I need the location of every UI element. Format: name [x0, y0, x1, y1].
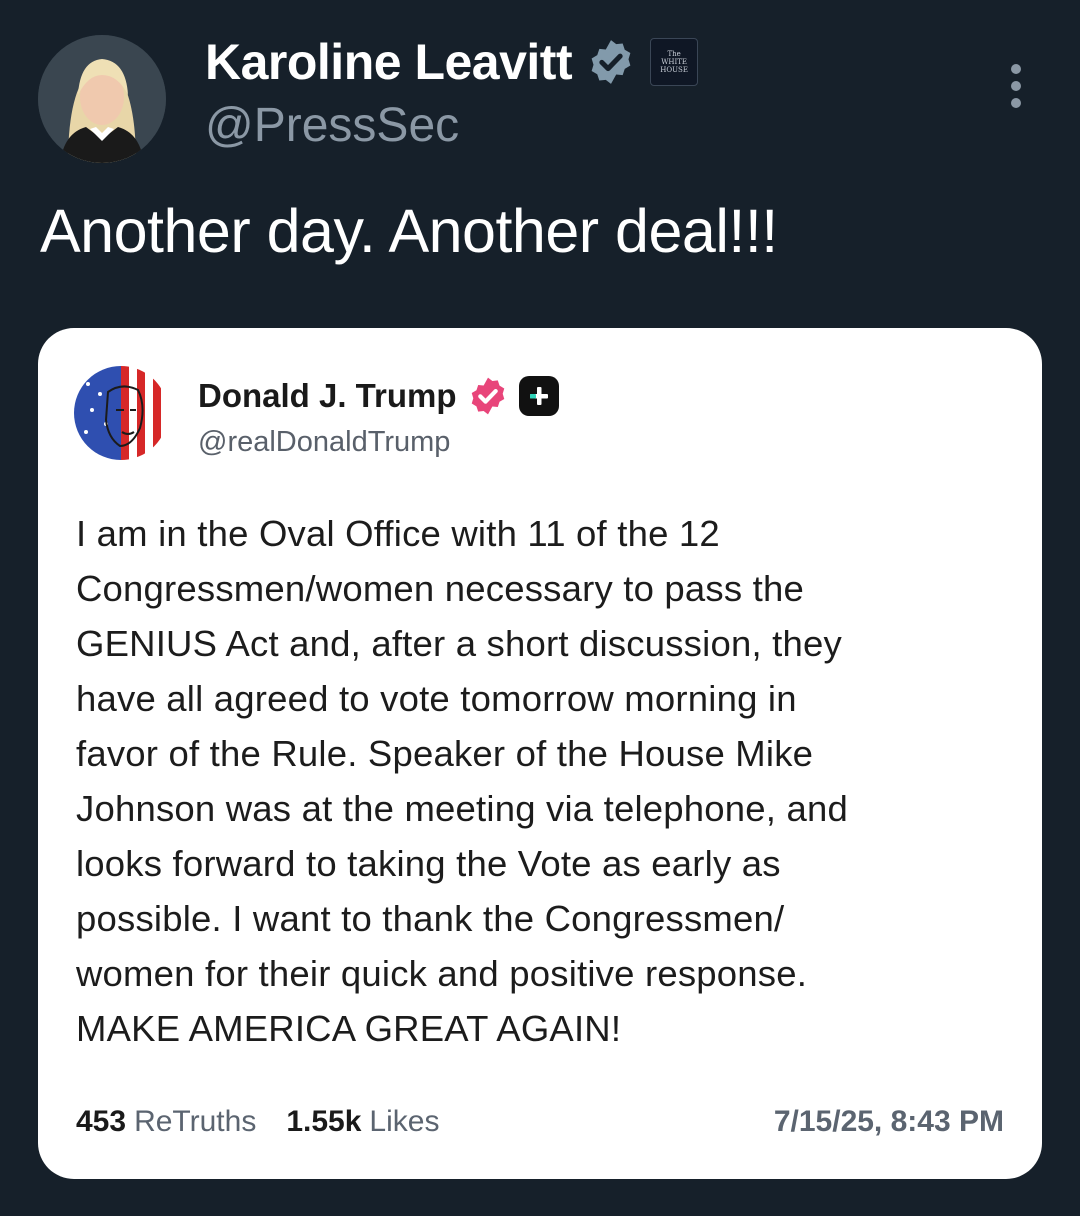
verified-badge-icon [591, 40, 631, 84]
likes-stat[interactable]: 1.55k Likes [286, 1105, 439, 1139]
retruths-label: ReTruths [134, 1105, 257, 1138]
quoted-author-name-row: Donald J. Trump [198, 375, 559, 417]
affiliate-badge-line1: The [667, 50, 681, 58]
likes-label: Likes [369, 1105, 440, 1138]
white-house-affiliate-icon[interactable]: The WHITE HOUSE [650, 38, 699, 86]
post-body-line: have all agreed to vote tomorrow morning… [76, 678, 797, 719]
quoted-author-display-name[interactable]: Donald J. Trump [198, 377, 457, 415]
affiliate-badge-line3: HOUSE [660, 66, 688, 74]
post-body-line: Johnson was at the meeting via telephone… [76, 788, 848, 829]
post-body-line: women for their quick and positive respo… [76, 953, 808, 994]
post-timestamp[interactable]: 7/15/25, 8:43 PM [774, 1104, 1004, 1140]
retruths-stat[interactable]: 453 ReTruths [76, 1105, 256, 1139]
tweet-text: Another day. Another deal!!! [40, 197, 778, 265]
quoted-post-body: I am in the Oval Office with 11 of the 1… [76, 506, 848, 1056]
author-avatar[interactable] [38, 35, 166, 163]
quoted-post-card[interactable]: Donald J. Trump @realDonaldTrump I am in… [38, 328, 1042, 1179]
affiliate-badge-line2: WHITE [661, 58, 688, 66]
post-stats: 453 ReTruths 1.55k Likes [76, 1104, 439, 1140]
post-body-line: Congressmen/women necessary to pass the [76, 568, 805, 609]
quoted-author-handle[interactable]: @realDonaldTrump [198, 426, 450, 459]
quoted-author-avatar[interactable] [74, 366, 168, 460]
plus-icon [518, 376, 559, 416]
post-body-line: favor of the Rule. Speaker of the House … [76, 733, 814, 774]
post-body-line: possible. I want to thank the Congressme… [76, 898, 785, 939]
verified-badge-icon [471, 377, 504, 415]
post-body-line: I am in the Oval Office with 11 of the 1… [76, 513, 720, 554]
likes-count: 1.55k [286, 1105, 362, 1138]
post-body-line: looks forward to taking the Vote as earl… [76, 843, 781, 884]
tweet-screen: Karoline Leavitt The WHITE HOUSE @PressS… [0, 0, 1080, 1216]
retruths-count: 453 [76, 1105, 127, 1138]
more-vertical-icon[interactable] [1004, 64, 1028, 108]
author-name-row: Karoline Leavitt The WHITE HOUSE [205, 30, 699, 94]
post-body-line: GENIUS Act and, after a short discussion… [76, 623, 842, 664]
post-body-line: MAKE AMERICA GREAT AGAIN! [76, 1008, 622, 1049]
author-handle[interactable]: @PressSec [205, 98, 459, 153]
author-display-name[interactable]: Karoline Leavitt [205, 33, 573, 91]
